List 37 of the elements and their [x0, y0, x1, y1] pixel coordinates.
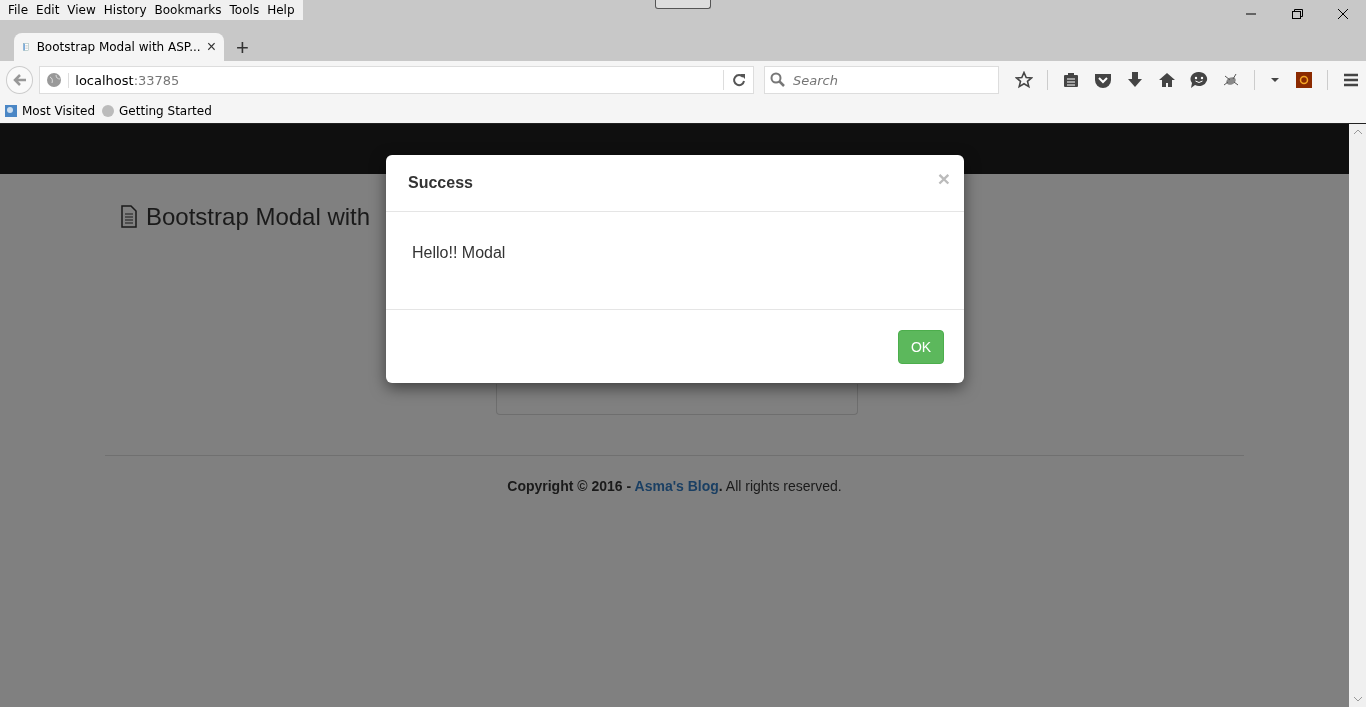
- menu-item[interactable]: Bookmarks: [150, 3, 226, 17]
- document-icon[interactable]: [118, 205, 140, 229]
- reload-icon: [731, 73, 746, 87]
- tab-close-button[interactable]: ×: [206, 38, 216, 56]
- search-field[interactable]: Search: [764, 66, 999, 94]
- bookmark-link[interactable]: Most Visited: [4, 104, 96, 118]
- home-icon[interactable]: [1158, 71, 1176, 89]
- list-icon[interactable]: [1062, 71, 1080, 89]
- new-tab-button[interactable]: +: [232, 35, 253, 61]
- globe-icon: [101, 104, 116, 118]
- menu-item[interactable]: Tools: [225, 3, 264, 17]
- back-button[interactable]: [6, 66, 34, 94]
- drag-handle[interactable]: [655, 0, 711, 9]
- menu-item[interactable]: Edit: [32, 3, 64, 17]
- chat-icon[interactable]: [1190, 71, 1208, 89]
- menu-icon[interactable]: [1342, 71, 1360, 89]
- copyright-text: Copyright © 2016 - Asma's Blog. All rights reserved.: [506, 478, 843, 494]
- modal-title: Success: [408, 174, 473, 192]
- search-icon[interactable]: [770, 72, 786, 88]
- browser-tab[interactable]: Bootstrap Modal with ASP... ×: [14, 33, 224, 61]
- download-icon[interactable]: [1126, 71, 1144, 89]
- bookmark-link[interactable]: Getting Started: [101, 104, 212, 118]
- menu-item[interactable]: Help: [263, 3, 299, 17]
- menu-item[interactable]: View: [63, 3, 100, 17]
- sun-icon[interactable]: [1295, 71, 1313, 89]
- modal-message: Hello!! Modal: [412, 244, 506, 261]
- menu-item[interactable]: History: [99, 3, 151, 17]
- url-text: localhost:33785: [68, 72, 717, 88]
- globe-icon[interactable]: [46, 72, 63, 88]
- menu-item[interactable]: File: [4, 3, 33, 17]
- pocket-icon[interactable]: [1094, 71, 1112, 89]
- page-heading: Bootstrap Modal with: [146, 203, 371, 231]
- star-icon[interactable]: [1015, 71, 1033, 89]
- address-bar[interactable]: localhost:33785: [39, 66, 754, 94]
- bookmark-folder-icon: [4, 104, 18, 118]
- tab-title: Bootstrap Modal with ASP...: [36, 40, 201, 54]
- back-arrow-icon: [11, 72, 28, 88]
